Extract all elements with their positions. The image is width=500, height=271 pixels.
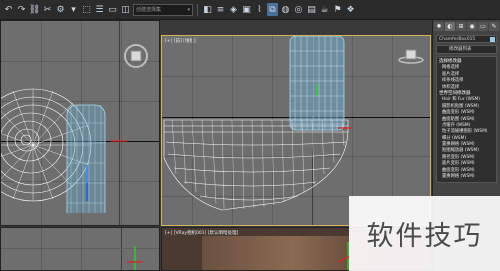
viewcube-icon[interactable] <box>123 43 149 69</box>
bowl-front-wireframe[interactable] <box>162 118 352 213</box>
unlink-icon[interactable]: ✂ <box>42 3 53 16</box>
chevron-down-icon: ▾ <box>187 6 190 13</box>
object-name-text: ChamferBox015 <box>439 37 476 42</box>
bind-icon[interactable]: ⚙ <box>55 3 66 16</box>
main-toolbar: ↶ ↷ ⛓ ✂ ⚙ ▾ ⬚ ☰ ▭ ◫ 创建选择集 ▾ ◧ ≡ ◈ ▣ ⌇ ⧉ ◍ ◎ ▤ ☕ ⚑ ❖ <box>0 0 500 20</box>
schematic-icon[interactable]: ⧉ <box>267 3 278 16</box>
transform-gizmo-icon[interactable] <box>77 153 127 203</box>
render-icon[interactable]: ☕ <box>319 3 330 16</box>
align-icon[interactable]: ≡ <box>215 3 226 16</box>
material-editor-icon[interactable]: ◍ <box>280 3 291 16</box>
selection-set-text: 创建选择集 <box>136 7 162 13</box>
select-by-name-icon[interactable]: ☰ <box>94 3 105 16</box>
rendered-frame-icon[interactable]: ▤ <box>306 3 317 16</box>
modifier-menu: 选择修改器 网格选择 面片选择 样条线选择 体积选择 世界空间修改器 Hair 和 Fur… <box>436 56 497 184</box>
scene-explorer-icon[interactable]: ▣ <box>241 3 252 16</box>
link-icon[interactable]: ⛓ <box>29 3 40 16</box>
x-axis-icon <box>338 127 352 129</box>
watermark: 软件技巧 <box>349 196 500 271</box>
render-production-icon[interactable]: ⚑ <box>332 3 343 16</box>
viewport-top-left[interactable] <box>0 20 160 226</box>
modifier-list-dropdown[interactable]: 修改器列表 <box>436 45 497 54</box>
x-axis-icon <box>111 140 127 142</box>
modifier-list-label: 修改器列表 <box>449 47 472 52</box>
display-icon[interactable]: ▭ <box>478 22 488 31</box>
viewport-bottom-left[interactable] <box>0 227 160 271</box>
motion-icon[interactable]: ◉ <box>467 22 477 31</box>
gizmo-arrows-icon <box>127 246 143 270</box>
undo-icon[interactable]: ↶ <box>3 3 14 16</box>
watermark-text: 软件技巧 <box>366 221 483 252</box>
viewcube-icon[interactable] <box>398 48 424 64</box>
object-name-field[interactable]: ChamferBox015 <box>436 35 497 43</box>
select-icon[interactable]: ⬚ <box>81 3 92 16</box>
layers-icon[interactable]: ◈ <box>228 3 239 16</box>
window-crossing-icon[interactable]: ◫ <box>120 3 131 16</box>
modifier-item[interactable]: 置换网格 (WSM) <box>439 174 494 180</box>
mirror-icon[interactable]: ◧ <box>202 3 213 16</box>
curve-editor-icon[interactable]: ⌇ <box>254 3 265 16</box>
toolbar-separator <box>197 3 198 16</box>
modifier-item[interactable]: 粒子流碰撞图形 (WSM) <box>439 129 494 135</box>
tank-wireframe-selected[interactable] <box>289 36 345 131</box>
redo-icon[interactable]: ↷ <box>16 3 27 16</box>
selection-set-dropdown[interactable]: 创建选择集 ▾ <box>133 3 193 16</box>
modify-icon[interactable]: ◐ <box>445 22 455 31</box>
hierarchy-icon[interactable]: ⊞ <box>456 22 466 31</box>
create-icon[interactable]: ✹ <box>434 22 444 31</box>
filter-icon[interactable]: ▾ <box>68 3 79 16</box>
render-setup-icon[interactable]: ◎ <box>293 3 304 16</box>
object-color-swatch[interactable] <box>490 37 495 42</box>
utilities-icon[interactable]: ✎ <box>489 22 499 31</box>
render-active-icon[interactable]: ❖ <box>345 3 356 16</box>
rect-select-icon[interactable]: ▭ <box>107 3 118 16</box>
command-panel-tabs: ✹ ◐ ⊞ ◉ ▭ ✎ <box>433 20 500 33</box>
